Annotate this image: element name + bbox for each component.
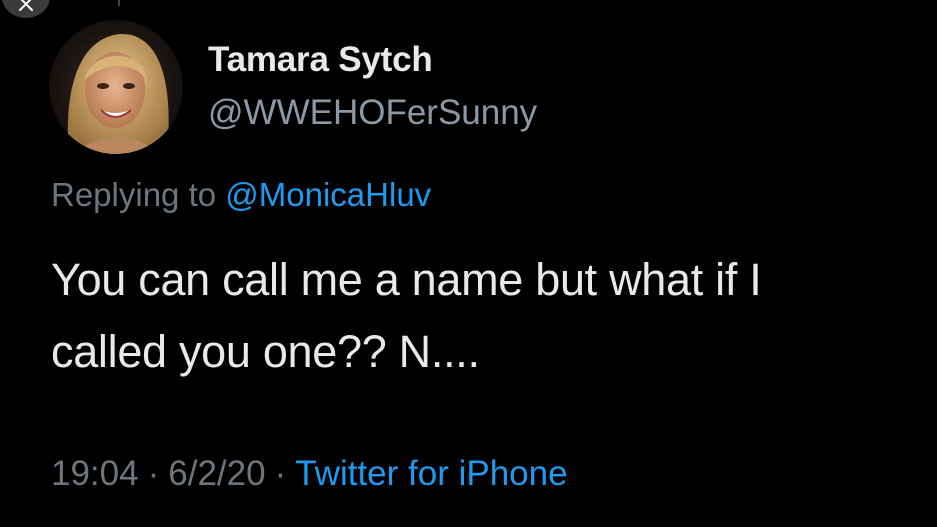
tweet-source-link[interactable]: Twitter for iPhone [295,454,567,493]
replying-prefix: Replying to [51,176,217,213]
tweet-meta: 19:04 · 6/2/20 · Twitter for iPhone [51,454,568,494]
replying-to-line: Replying to @MonicaHluv [51,176,431,214]
avatar-photo [49,20,183,154]
tweet-text: You can call me a name but what if I cal… [51,254,762,377]
meta-separator: · [147,454,160,493]
replying-mention-link[interactable]: @MonicaHluv [225,176,431,213]
avatar[interactable] [49,20,183,154]
tweet-time[interactable]: 19:04 [51,454,139,493]
tweet-date[interactable]: 6/2/20 [168,454,265,493]
divider-mark [118,0,120,6]
user-handle[interactable]: @WWEHOFerSunny [208,93,537,133]
meta-separator: · [274,454,287,493]
close-icon [18,0,34,12]
close-button[interactable] [2,0,50,18]
display-name[interactable]: Tamara Sytch [208,40,433,80]
